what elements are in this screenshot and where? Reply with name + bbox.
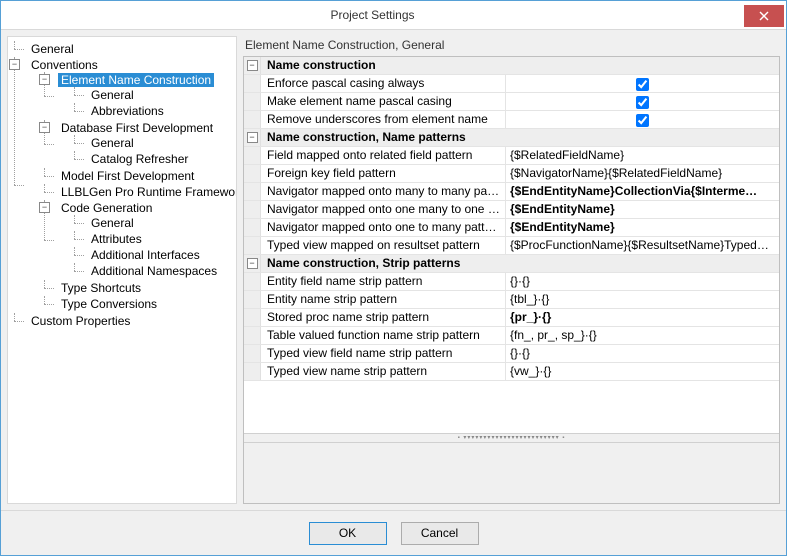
property-name: Table valued function name strip pattern [261,327,506,344]
collapse-icon[interactable]: − [247,132,258,143]
grid-blank-area [244,381,779,433]
tree-item-cg-attributes[interactable]: Attributes [88,232,145,246]
tree-item-cg-namespaces[interactable]: Additional Namespaces [88,264,220,278]
property-name: Typed view field name strip pattern [261,345,506,362]
dialog-body: General − Conventions − Element Name Con… [1,30,786,510]
property-value[interactable]: {vw_}·{} [506,363,779,380]
ok-button[interactable]: OK [309,522,387,545]
property-value[interactable]: {}·{} [506,273,779,290]
expand-icon[interactable]: − [39,122,50,133]
window-title: Project Settings [1,8,744,22]
property-row[interactable]: Navigator mapped onto many to many patte… [244,183,779,201]
property-name: Navigator mapped onto many to many patte… [261,183,506,200]
property-name: Stored proc name strip pattern [261,309,506,326]
tree-item-type-conversions[interactable]: Type Conversions [58,297,160,311]
collapse-icon[interactable]: − [247,258,258,269]
property-row[interactable]: Make element name pascal casing [244,93,779,111]
property-value[interactable]: {$EndEntityName} [506,201,779,218]
property-name: Entity field name strip pattern [261,273,506,290]
settings-pane: Element Name Construction, General − Nam… [243,36,780,504]
tree-item-enc-general[interactable]: General [88,88,137,102]
property-value[interactable]: {$NavigatorName}{$RelatedFieldName} [506,165,779,182]
cancel-button[interactable]: Cancel [401,522,479,545]
tree-item-general[interactable]: General [28,42,77,56]
property-value[interactable]: {$EndEntityName}CollectionVia{$Interme… [506,183,779,200]
close-icon [759,11,769,21]
property-row[interactable]: Navigator mapped onto one many to one pa… [244,201,779,219]
tree-item-dbfirst-general[interactable]: General [88,136,137,150]
checkbox-remove-underscores[interactable] [636,114,649,127]
property-name: Navigator mapped onto one to many patter… [261,219,506,236]
tree-item-conventions[interactable]: Conventions [28,58,101,72]
property-row[interactable]: Field mapped onto related field pattern … [244,147,779,165]
property-name: Typed view name strip pattern [261,363,506,380]
property-row[interactable]: Entity name strip pattern {tbl_}·{} [244,291,779,309]
category-row[interactable]: − Name construction, Name patterns [244,129,779,147]
tree-item-runtime[interactable]: LLBLGen Pro Runtime Framework [58,185,237,199]
expand-icon[interactable]: − [39,202,50,213]
property-row[interactable]: Navigator mapped onto one to many patter… [244,219,779,237]
property-value[interactable]: {$EndEntityName} [506,219,779,236]
category-row[interactable]: − Name construction [244,57,779,75]
property-row[interactable]: Stored proc name strip pattern {pr_}·{} [244,309,779,327]
tree-item-dbfirst-catalog[interactable]: Catalog Refresher [88,152,191,166]
property-row[interactable]: Typed view mapped on resultset pattern {… [244,237,779,255]
property-row[interactable]: Entity field name strip pattern {}·{} [244,273,779,291]
property-name: Enforce pascal casing always [261,75,506,92]
property-value[interactable]: {$ProcFunctionName}{$ResultsetName}Typed… [506,237,779,254]
breadcrumb: Element Name Construction, General [243,36,780,56]
tree-item-codegen[interactable]: Code Generation [58,201,155,215]
property-row[interactable]: Foreign key field pattern {$NavigatorNam… [244,165,779,183]
property-name: Remove underscores from element name [261,111,506,128]
close-button[interactable] [744,5,784,27]
property-value[interactable]: {}·{} [506,345,779,362]
property-row[interactable]: Typed view field name strip pattern {}·{… [244,345,779,363]
tree-item-custom-properties[interactable]: Custom Properties [28,314,133,328]
tree-item-dbfirst[interactable]: Database First Development [58,121,216,135]
tree-item-type-shortcuts[interactable]: Type Shortcuts [58,281,144,295]
navigation-tree[interactable]: General − Conventions − Element Name Con… [7,36,237,504]
description-pane [244,443,779,503]
description-splitter[interactable]: ▪ ▾▾▾▾▾▾▾▾▾▾▾▾▾▾▾▾▾▾▾▾▾▾▾▾ ▪ [244,433,779,443]
category-row[interactable]: − Name construction, Strip patterns [244,255,779,273]
property-value[interactable]: {tbl_}·{} [506,291,779,308]
expand-icon[interactable]: − [9,59,20,70]
tree-item-enc-abbreviations[interactable]: Abbreviations [88,104,167,118]
title-bar: Project Settings [1,1,786,30]
property-row[interactable]: Enforce pascal casing always [244,75,779,93]
tree-item-modelfirst[interactable]: Model First Development [58,169,197,183]
property-name: Entity name strip pattern [261,291,506,308]
expand-icon[interactable]: − [39,74,50,85]
property-name: Field mapped onto related field pattern [261,147,506,164]
tree-item-cg-general[interactable]: General [88,216,137,230]
property-value[interactable]: {pr_}·{} [506,309,779,326]
property-grid: − Name construction Enforce pascal casin… [243,56,780,504]
property-name: Navigator mapped onto one many to one pa… [261,201,506,218]
property-name: Foreign key field pattern [261,165,506,182]
dialog-window: Project Settings General − Conventions − [0,0,787,556]
property-row[interactable]: Remove underscores from element name [244,111,779,129]
checkbox-make-pascal[interactable] [636,96,649,109]
checkbox-enforce-pascal[interactable] [636,78,649,91]
dialog-footer: OK Cancel [1,510,786,555]
tree-item-cg-interfaces[interactable]: Additional Interfaces [88,248,203,262]
property-row[interactable]: Typed view name strip pattern {vw_}·{} [244,363,779,381]
property-name: Make element name pascal casing [261,93,506,110]
collapse-icon[interactable]: − [247,60,258,71]
tree-item-element-name-construction[interactable]: Element Name Construction [58,73,214,87]
property-value[interactable]: {fn_, pr_, sp_}·{} [506,327,779,344]
property-name: Typed view mapped on resultset pattern [261,237,506,254]
property-row[interactable]: Table valued function name strip pattern… [244,327,779,345]
property-value[interactable]: {$RelatedFieldName} [506,147,779,164]
